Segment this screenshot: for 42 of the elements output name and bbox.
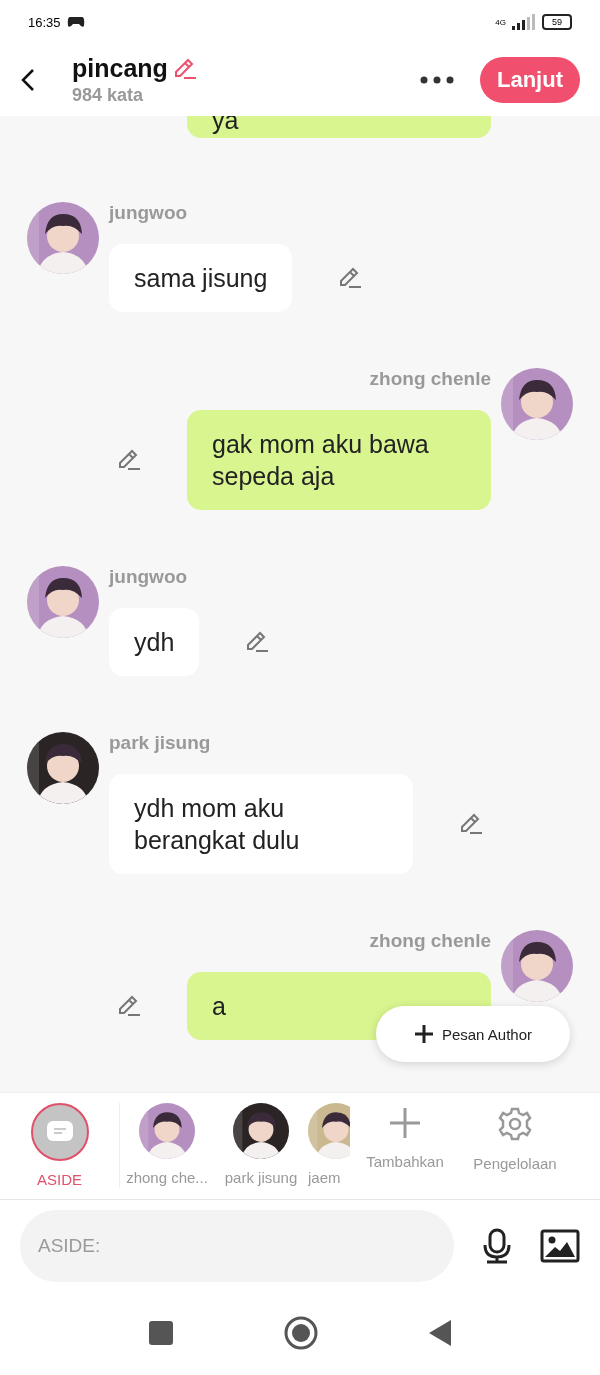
character-tab[interactable]: park jisung [214, 1103, 308, 1186]
add-author-message-button[interactable]: Pesan Author [375, 1006, 570, 1062]
message-bubble: gak mom aku bawa sepeda aja [187, 410, 491, 510]
sender-name: jungwoo [109, 202, 189, 224]
pencil-icon[interactable] [116, 447, 142, 473]
sender-name: jungwoo [109, 566, 189, 588]
signal-icon [512, 14, 536, 30]
home-icon[interactable] [284, 1316, 318, 1350]
network-label: 4G [495, 17, 506, 27]
character-tab[interactable]: jaem [308, 1103, 350, 1186]
microphone-icon[interactable] [482, 1228, 512, 1264]
chat-bubble-icon [46, 1121, 73, 1143]
message-bubble: ydh mom aku berangkat dulu [109, 774, 413, 874]
message-input[interactable]: ASIDE: [20, 1210, 454, 1282]
message-bubble: ya [187, 116, 491, 138]
gamepad-icon [66, 16, 85, 28]
image-icon[interactable] [540, 1229, 580, 1263]
sender-name: zhong chenle [369, 930, 491, 952]
message-bubble: sama jisung [109, 244, 293, 312]
word-count: 984 kata [72, 85, 145, 106]
battery-indicator: 59 [542, 14, 572, 30]
pencil-icon[interactable] [337, 265, 364, 291]
back-icon[interactable] [20, 68, 36, 92]
character-tab[interactable]: ASIDE [0, 1103, 120, 1188]
character-tab[interactable]: zhong che... [120, 1103, 214, 1186]
next-button[interactable]: Lanjut [480, 57, 580, 103]
more-icon[interactable] [420, 76, 454, 84]
plus-icon [413, 1024, 434, 1044]
message-bubble: ydh [109, 608, 200, 676]
pencil-icon[interactable] [244, 629, 271, 655]
pencil-icon[interactable] [458, 811, 484, 837]
sender-name: zhong chenle [369, 368, 491, 390]
plus-icon [389, 1107, 421, 1139]
pencil-icon[interactable] [116, 993, 142, 1019]
recents-icon[interactable] [148, 1320, 174, 1346]
character-tab[interactable]: Tambahkan [350, 1103, 460, 1170]
back-icon[interactable] [428, 1319, 452, 1347]
story-title: pincang [72, 54, 168, 83]
character-tab[interactable]: Pengelolaan [460, 1103, 570, 1172]
settings-icon [498, 1107, 532, 1141]
clock: 16:35 [28, 14, 61, 30]
sender-name: park jisung [109, 732, 212, 754]
